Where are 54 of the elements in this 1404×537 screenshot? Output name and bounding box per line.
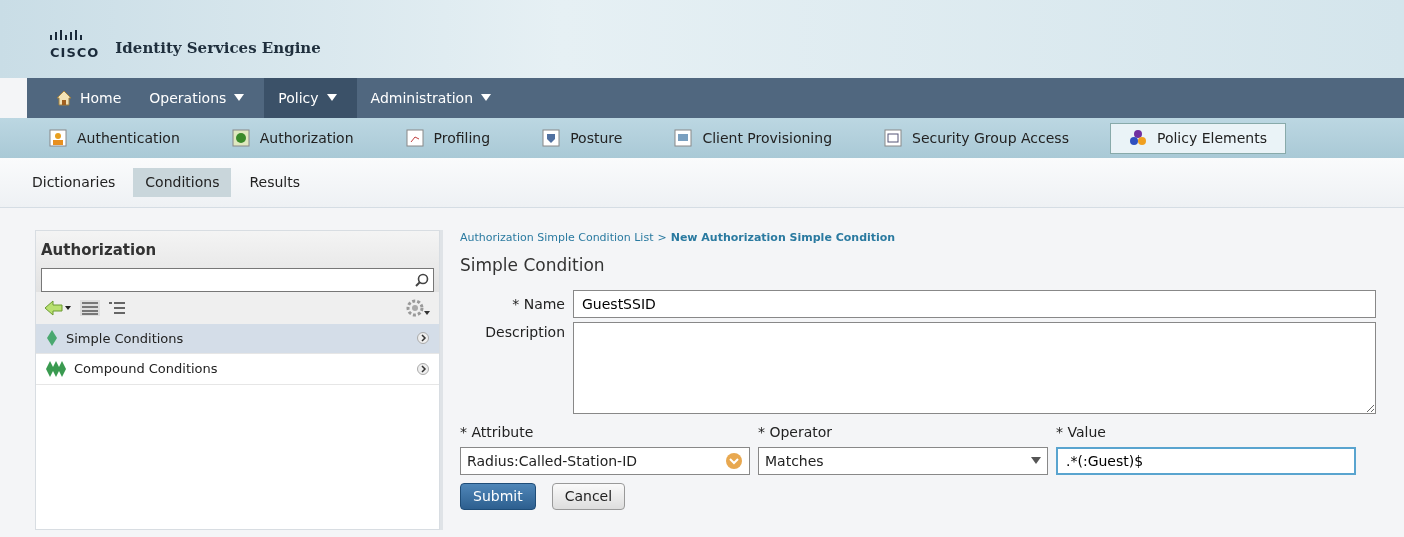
house-icon (56, 90, 72, 106)
submit-button[interactable]: Submit (460, 483, 536, 510)
screen-icon (674, 129, 693, 147)
caret-icon (1031, 457, 1041, 465)
sub-tab[interactable]: Conditions (133, 168, 232, 197)
menu-item[interactable]: Home (42, 78, 136, 118)
attribute-select[interactable]: Radius:Called-Station-ID (460, 447, 750, 475)
value-field[interactable]: .*(:Guest)$ (1056, 447, 1356, 475)
person-icon (49, 129, 67, 147)
operator-select[interactable]: Matches (758, 447, 1048, 475)
sub-tab[interactable]: Dictionaries (20, 168, 128, 197)
policy-tab[interactable]: Policy Elements (1109, 122, 1286, 154)
sidebar-item[interactable]: Compound Conditions (36, 354, 439, 385)
chart-icon (405, 129, 424, 147)
policy-tab[interactable]: Authentication (38, 122, 191, 154)
policy-tab[interactable]: Security Group Access (873, 122, 1080, 154)
form-title: Simple Condition (460, 253, 606, 277)
description-field[interactable] (573, 322, 1376, 414)
back-arrow-icon (44, 299, 72, 316)
policy-tab[interactable]: Client Provisioning (663, 122, 843, 154)
policy-tab[interactable]: Authorization (220, 122, 365, 154)
circles-icon (1128, 129, 1147, 147)
tree-view-icon (108, 299, 126, 316)
sidebar-item[interactable]: Simple Conditions (36, 323, 439, 354)
menu-item[interactable]: Policy (264, 78, 357, 118)
menu-item[interactable]: Operations (135, 78, 265, 118)
breadcrumb-current: New Authorization Simple Condition (670, 230, 896, 246)
document-icon (884, 129, 902, 147)
field-label: * Value (1056, 423, 1107, 442)
breadcrumb-separator: > (657, 230, 667, 246)
dropdown-icon (725, 452, 743, 470)
diamonds-icon (46, 360, 66, 377)
diamond-icon (46, 330, 58, 347)
sub-tab[interactable]: Results (237, 168, 312, 197)
list-view-icon (80, 299, 100, 316)
chevron-icon (417, 362, 429, 375)
shield-icon (542, 129, 561, 147)
sidebar-title: Authorization (41, 240, 158, 261)
field-label: * Operator (758, 423, 834, 442)
chevron-icon (417, 332, 429, 345)
field-label: * Name (511, 294, 565, 314)
search-field[interactable] (41, 267, 434, 292)
search-icon (415, 272, 429, 287)
gear-icon (405, 297, 431, 318)
menu-item[interactable]: Administration (356, 78, 512, 118)
policy-tab[interactable]: Posture (531, 122, 634, 154)
policy-tab[interactable]: Profiling (394, 122, 502, 154)
logo-text: CISCO (50, 45, 100, 60)
app-title: Identity Services Engine (115, 37, 321, 59)
breadcrumb-link[interactable]: Authorization Simple Condition List (460, 230, 654, 247)
name-field[interactable]: GuestSSID (573, 290, 1376, 318)
cancel-button[interactable]: Cancel (551, 483, 626, 510)
field-label: Description (484, 323, 565, 342)
field-label: * Attribute (460, 423, 535, 442)
